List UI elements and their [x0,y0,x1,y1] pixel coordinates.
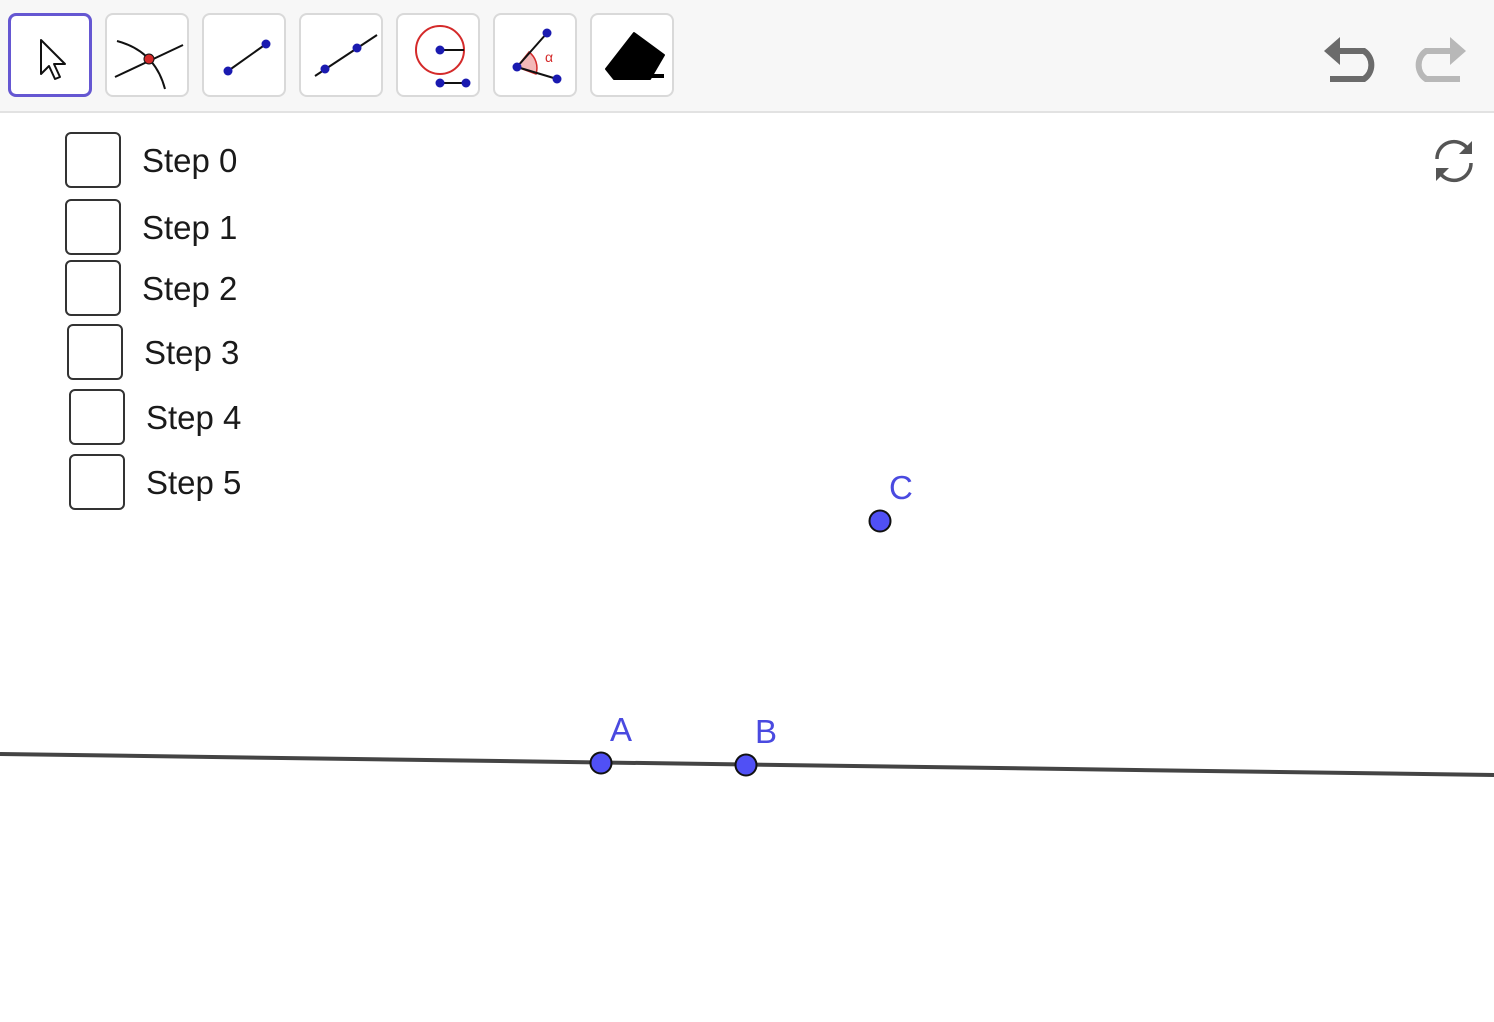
step-label: Step 2 [142,270,238,307]
arrow-cursor-icon [40,39,66,80]
point-b[interactable] [734,753,758,777]
angle-symbol: α [545,49,553,65]
redo-icon [1415,37,1466,82]
step-label: Step 5 [146,464,242,501]
checkbox-box[interactable] [65,132,121,188]
undo-button[interactable] [1320,28,1390,88]
refresh-icon [1435,139,1473,183]
point-c[interactable] [868,509,892,533]
point-a[interactable] [589,751,613,775]
segment-icon [223,39,271,76]
checkbox-box[interactable] [69,389,125,445]
step-label: Step 3 [144,334,240,371]
redo-button[interactable] [1400,28,1470,88]
eraser-icon [605,32,665,80]
compass-icon [415,25,471,88]
line-tool-button[interactable] [299,13,383,97]
move-tool-button[interactable] [8,13,92,97]
angle-tool-button[interactable]: α [493,13,577,97]
intersect-icon [114,40,184,90]
angle-icon: α [512,28,562,84]
step-label: Step 4 [146,399,242,436]
segment-tool-button[interactable] [202,13,286,97]
compass-tool-button[interactable] [396,13,480,97]
point-b-label: B [755,713,778,750]
step-label: Step 0 [142,142,238,179]
checkbox-box[interactable] [67,324,123,380]
toolbar: α [0,0,1494,113]
graphics-view[interactable]: A B C Step 0 Step 1 Step 2 Step 3 Step 4… [0,113,1494,1022]
reset-button[interactable] [1428,135,1480,187]
checkbox-box[interactable] [69,454,125,510]
intersect-tool-button[interactable] [105,13,189,97]
eraser-tool-button[interactable] [590,13,674,97]
step-label: Step 1 [142,209,238,246]
point-a-label: A [610,711,633,748]
line-icon [314,34,378,77]
checkbox-box[interactable] [65,199,121,255]
geometry-canvas[interactable] [0,113,1494,1022]
undo-icon [1324,37,1375,82]
checkbox-box[interactable] [65,260,121,316]
point-c-label: C [889,469,913,506]
